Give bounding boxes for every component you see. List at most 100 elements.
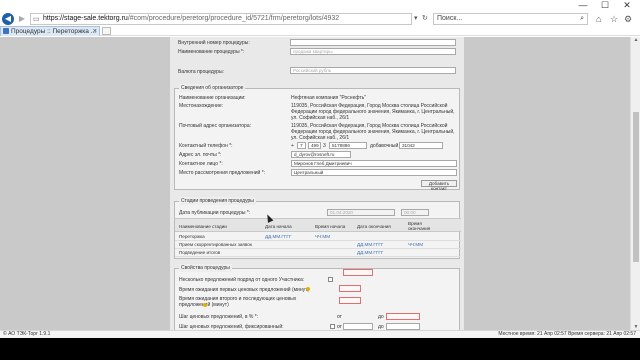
currency-select[interactable]: Российский рубль [290,67,456,74]
settings-gear-icon[interactable]: ⚙ [624,13,632,25]
site-favicon-icon [3,28,9,34]
properties-legend: Свойства процедуры [179,264,232,272]
phone-country-input[interactable]: 7 [297,142,306,149]
next-wait-help-icon[interactable] [203,303,207,307]
step-fixed-to-input[interactable] [386,323,420,330]
postal-address-label: Почтовый адрес организатора: [179,123,252,129]
org-name-value: Нефтяная компания "Роснефть" [291,95,367,101]
publication-date-input[interactable]: 01.04.2020 [327,209,395,216]
step-percent-from-input[interactable] [343,269,373,276]
review-place-input[interactable]: Центральный [291,169,457,176]
stages-table-header: Наименование стадии Дата начала Время на… [175,218,461,232]
review-place-label: Место рассмотрения предложений *: [179,170,266,176]
scroll-up-icon[interactable]: ▲ [631,37,640,43]
organizer-fieldset: Сведения об организаторе Наименование ор… [174,84,460,191]
location-value: 119035, Российская Федерация, Город Моск… [291,103,455,121]
multiple-offers-checkbox[interactable] [328,277,333,282]
phone-separator: 3 [323,143,326,149]
stage-name: Прием скорректированных заявок [179,242,252,247]
tab-title: Процедуры :: Переторжка ... [11,28,97,35]
stages-fieldset: Стадии проведения процедуры Дата публика… [174,197,461,259]
browser-search-input[interactable]: Поиск... ⌕ [433,13,588,25]
first-wait-label: Время ожидания первых ценовых предложени… [179,287,310,293]
scrollbar-thumb[interactable] [633,112,639,262]
phone-number-input[interactable]: 5178886 [329,142,367,149]
stage-end-date-input[interactable]: ДД.ММ.ГГГГ [357,242,383,247]
publication-time-input[interactable]: 00:00 [401,209,429,216]
properties-fieldset: Свойства процедуры Несколько предложений… [174,264,460,330]
first-wait-help-icon[interactable] [306,287,310,291]
video-letterbox [0,338,640,360]
tab-procedures[interactable]: Процедуры :: Переторжка ... × [0,26,100,36]
procedure-name-label: Наименование процедуры *: [178,49,245,55]
email-input[interactable]: d_dyrov@rosneft.ru [291,151,351,158]
procedure-form: Внутренний номер процедуры: Наименование… [170,37,464,330]
org-name-label: Наименование организации: [179,95,246,101]
url-host: https://stage-sale.tektorg.ru [43,15,128,22]
stage-start-date-input[interactable]: ДД.ММ.ГГГГ [265,234,291,239]
stage-name: Подведение итогов [179,250,221,255]
home-icon[interactable]: ⌂ [596,13,601,25]
window-titlebar: — ☐ ✕ [0,0,640,12]
new-tab-button[interactable] [102,27,111,35]
page-scrollbar[interactable]: ▲ ▼ [630,37,640,330]
minimize-button[interactable]: — [572,0,594,12]
status-bar: © АО ТЭК-Торг 1.9.1 Местное время: 21 Ап… [0,330,640,338]
col-end-time: Время окончания [408,221,431,231]
refresh-icon[interactable]: ↻ [422,14,428,22]
time-info-text: Местное время: 21 Апр 02:57 Время сервер… [498,331,636,337]
stage-end-date-input[interactable]: ДД.ММ.ГГГГ [357,250,383,255]
location-label: Местонахождение: [179,103,223,109]
email-label: Адрес эл. почты *: [179,152,222,158]
step-percent-to-input[interactable] [386,313,420,320]
page-icon: ▭ [33,16,40,23]
close-window-button[interactable]: ✕ [616,0,638,12]
currency-label: Валюта процедуры: [178,69,224,75]
step-percent-to-label: до [378,314,384,320]
maximize-button[interactable]: ☐ [594,0,616,12]
tab-strip: Процедуры :: Переторжка ... × [0,26,640,36]
add-contact-button[interactable]: Добавить контакт [421,180,457,191]
phone-ext-input[interactable]: 31042 [399,142,443,149]
next-wait-label: Время ожидания второго и последующих цен… [179,296,297,308]
col-end-date: Дата окончания [357,224,391,229]
stage-end-time-input[interactable]: ЧЧ:ММ [408,242,423,247]
search-placeholder: Поиск... [437,15,463,22]
stage-row-peretorg: Переторжка ДД.ММ.ГГГГ ЧЧ:ММ [175,233,461,241]
address-bar-row: ◀ ▶ ▭ https://stage-sale.tektorg.ru/#com… [0,12,640,26]
internal-number-input[interactable] [290,39,456,46]
phone-plus-sign: + [291,143,294,149]
next-wait-input[interactable] [339,297,361,304]
search-icon[interactable]: ⌕ [580,14,584,24]
step-fixed-from-input[interactable] [343,323,373,330]
phone-code-input[interactable]: 499 [308,142,321,149]
back-button[interactable]: ◀ [2,13,14,25]
contact-person-label: Контактное лицо *: [179,161,223,167]
step-percent-from-label: от [337,314,342,320]
postal-address-value: 119035, Российская Федерация, Город Моск… [291,123,455,141]
favorites-icon[interactable]: ☆ [610,13,618,25]
step-fixed-checkbox[interactable] [330,324,335,329]
multiple-offers-label: Несколько предложений подряд от одного У… [179,277,305,283]
contact-person-input[interactable]: Миронов Глеб Дмитриевич [291,160,457,167]
first-wait-input[interactable] [339,285,361,292]
stages-legend: Стадии проведения процедуры [179,197,256,205]
page-viewport: Внутренний номер процедуры: Наименование… [0,37,630,330]
tab-close-icon[interactable]: × [93,27,97,36]
forward-button[interactable]: ▶ [16,13,28,25]
stage-row-results: Подведение итогов ДД.ММ.ГГГГ [175,249,461,257]
procedure-name-input[interactable]: продажа квартиры [290,48,456,55]
url-bar[interactable]: ▭ https://stage-sale.tektorg.ru/#com/pro… [30,13,412,25]
col-start-date: Дата начала [265,224,292,229]
phone-label: Контактный телефон *: [179,143,233,149]
organizer-legend: Сведения об организаторе [179,84,246,92]
stage-row-corrected-bids: Прием скорректированных заявок ДД.ММ.ГГГ… [175,241,461,249]
url-path: /#com/procedure/peretorg/procedure_id/57… [127,15,340,22]
step-percent-label: Шаг ценовых предложений, в % *: [179,314,259,320]
search-dropdown-icon[interactable]: ▾ [414,14,418,22]
stage-start-time-input[interactable]: ЧЧ:ММ [315,234,330,239]
phone-ext-label: добавочный [370,143,399,149]
publication-date-label: Дата публикации процедуры *: [179,210,251,216]
col-stage-name: Наименование стадии [179,224,227,229]
internal-number-label: Внутренний номер процедуры: [178,40,250,46]
